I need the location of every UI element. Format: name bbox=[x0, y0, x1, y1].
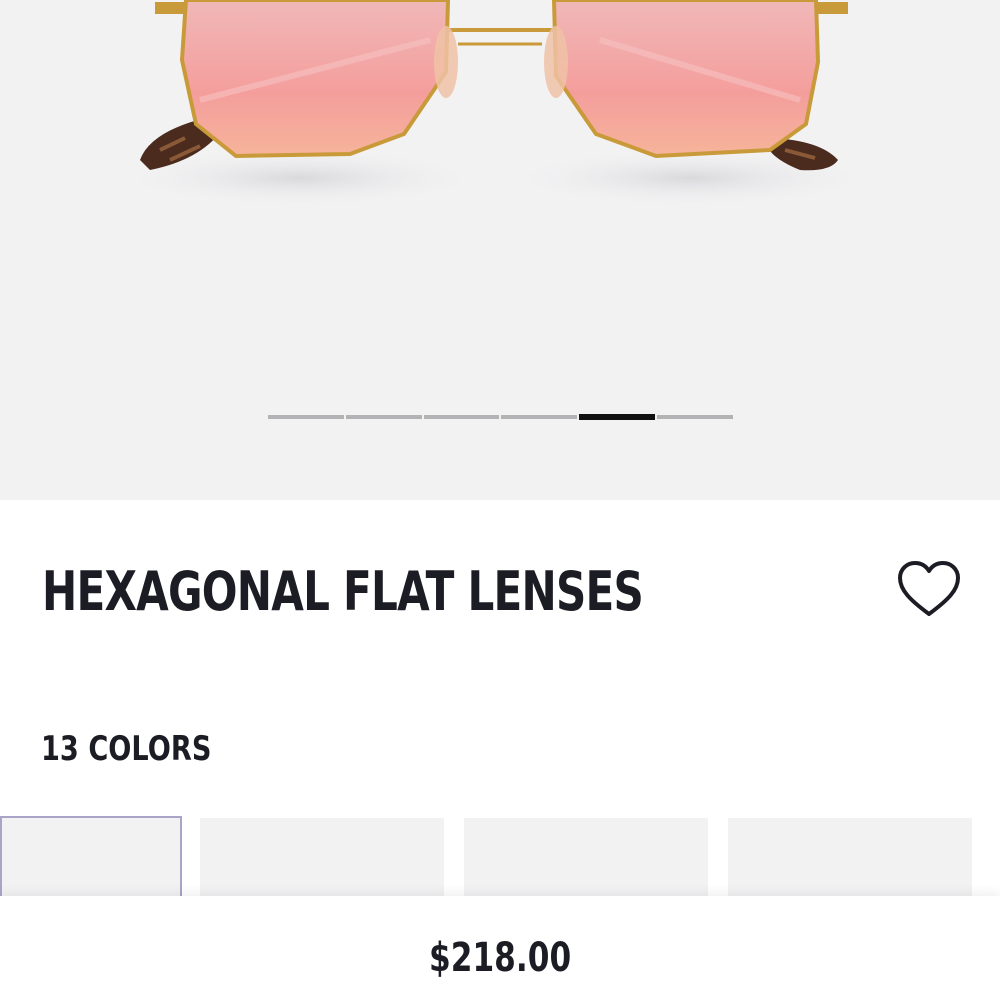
sticky-price-bar: $218.00 bbox=[0, 896, 1000, 1000]
carousel-dot[interactable] bbox=[345, 415, 422, 419]
carousel-dot[interactable] bbox=[501, 415, 578, 419]
product-title: HEXAGONAL FLAT LENSES bbox=[42, 560, 644, 623]
color-swatch[interactable] bbox=[464, 818, 708, 898]
carousel-dot[interactable] bbox=[268, 415, 344, 419]
carousel-dot-active[interactable] bbox=[579, 414, 656, 420]
color-swatch[interactable] bbox=[728, 818, 972, 898]
product-price: $218.00 bbox=[428, 935, 572, 981]
carousel-dot[interactable] bbox=[423, 415, 500, 419]
heart-outline-icon bbox=[898, 561, 960, 616]
product-image bbox=[110, 0, 880, 208]
color-swatch-selected[interactable] bbox=[0, 816, 182, 898]
price-container: $218.00 bbox=[0, 930, 1000, 986]
carousel-dot[interactable] bbox=[657, 415, 733, 419]
add-to-favorites-button[interactable] bbox=[896, 560, 962, 620]
carousel-indicator bbox=[268, 414, 733, 420]
product-image-carousel[interactable] bbox=[0, 0, 1000, 500]
color-swatch-list bbox=[0, 816, 1000, 898]
colors-count: 13 COLORS bbox=[41, 729, 212, 769]
color-swatch[interactable] bbox=[200, 818, 444, 898]
